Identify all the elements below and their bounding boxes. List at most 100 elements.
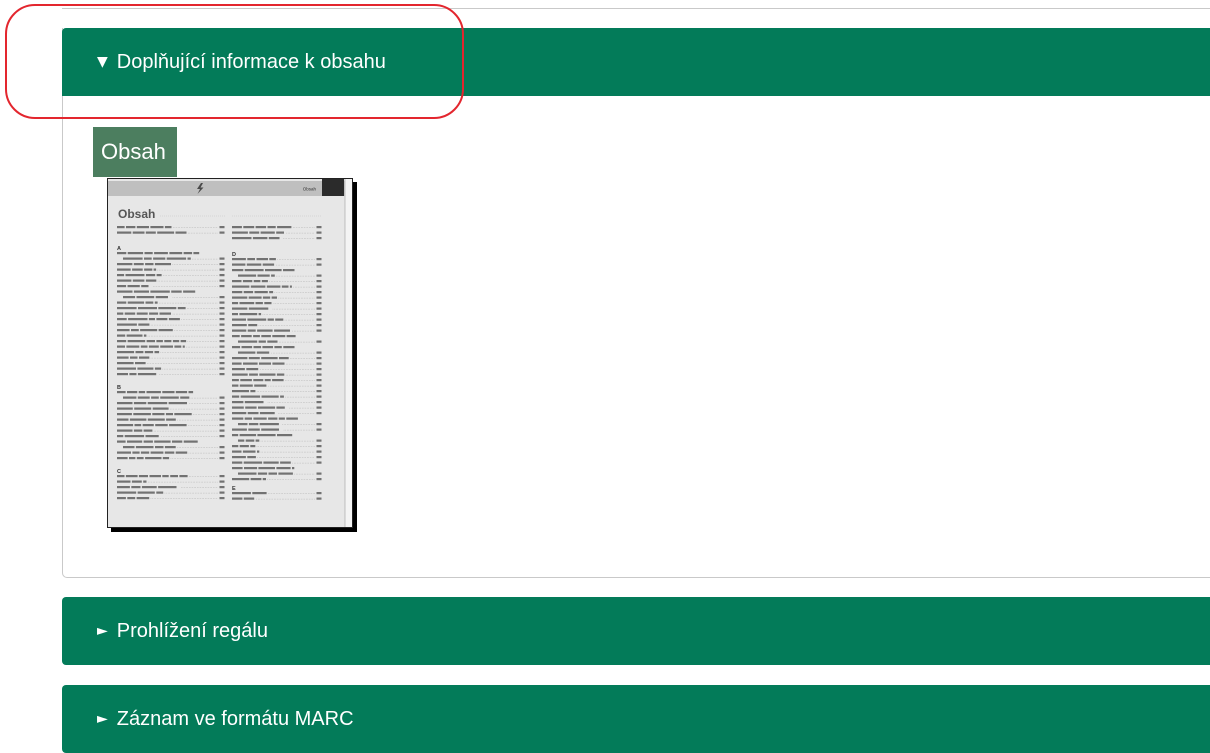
toc-entry-text (261, 335, 271, 338)
toc-entry-text (155, 446, 164, 449)
toc-entry-text (244, 467, 258, 470)
toc-entry-text (154, 252, 168, 255)
toc-entry-text (136, 296, 155, 299)
toc-entry-text (232, 291, 243, 294)
toc-entry-text (182, 345, 185, 348)
toc-entry-text (183, 290, 196, 293)
toc-entry-text (240, 395, 261, 398)
toc-entry-text (274, 329, 290, 332)
toc-entry-text (286, 335, 296, 338)
toc-entry-text (232, 296, 248, 299)
toc-entry-text (143, 334, 147, 337)
toc-entry-text (117, 274, 125, 277)
toc-entry-page-number (219, 480, 225, 483)
toc-entry-text (275, 318, 284, 321)
toc-entry-text (283, 269, 295, 272)
toc-entry-text (171, 290, 182, 293)
section-header-shelf-browse[interactable]: ► Prohlížení regálu (62, 597, 1210, 665)
toc-entry-text (248, 296, 262, 299)
section-header-marc-record[interactable]: ► Záznam ve formátu MARC (62, 685, 1210, 753)
toc-entry-text (159, 312, 171, 315)
toc-entry-text (154, 440, 171, 443)
toc-entry-text (153, 257, 166, 260)
toc-entry-text (134, 424, 142, 427)
toc-entry-text (154, 367, 162, 370)
toc-entry-text (232, 445, 239, 448)
toc-entry-page-number (316, 237, 322, 240)
toc-entry-text (127, 301, 145, 304)
toc-entry-text (271, 274, 275, 277)
toc-entry-text (232, 329, 247, 332)
toc-entry-text (153, 268, 157, 271)
toc-section-letter: A (117, 246, 121, 252)
toc-entry-text (117, 475, 125, 478)
toc-entry-text (117, 413, 132, 416)
toc-entry-text (232, 280, 242, 283)
toc-entry-page-number (316, 340, 322, 343)
toc-entry-text (144, 351, 154, 354)
toc-entry-page-number (316, 226, 322, 229)
toc-entry-text (175, 391, 188, 394)
toc-entry-text (232, 428, 247, 431)
toc-entry-line (232, 434, 293, 437)
toc-thumbnail[interactable]: Obsah Obsah A B C D E (107, 178, 353, 528)
toc-entry-text (140, 329, 158, 332)
toc-entry-text (158, 307, 177, 310)
toc-entry-text (117, 290, 133, 293)
toc-entry-text (269, 258, 276, 261)
toc-entry-page-number (316, 379, 322, 382)
toc-entry-text (261, 428, 279, 431)
toc-entry-text (172, 340, 180, 343)
toc-entry-text (274, 346, 282, 349)
toc-entry-text (128, 318, 148, 321)
toc-entry-text (117, 480, 131, 483)
toc-entry-text (232, 318, 246, 321)
toc-entry-text (264, 379, 271, 382)
toc-entry-text (127, 391, 138, 394)
toc-entry-text (168, 402, 187, 405)
toc-entry-text (132, 268, 143, 271)
toc-entry-text (243, 497, 255, 500)
toc-entry-text (243, 291, 254, 294)
chapter-marker (322, 179, 344, 196)
toc-entry-text (148, 318, 155, 321)
toc-entry-text (132, 451, 140, 454)
toc-entry-page-number (219, 491, 225, 494)
panel-top-border (62, 8, 1210, 9)
section-title: Záznam ve formátu MARC (116, 707, 354, 730)
toc-entry-text (261, 357, 278, 360)
toc-entry-text (183, 252, 193, 255)
toc-entry-text (276, 231, 284, 234)
toc-entry-text (252, 237, 268, 240)
toc-entry-page-number (316, 362, 322, 365)
toc-entry-text (254, 291, 268, 294)
toc-entry-text (158, 329, 173, 332)
toc-entry-text (132, 231, 145, 234)
toc-entry-text (156, 491, 164, 494)
toc-entry-text (246, 368, 259, 371)
toc-entry-text (138, 391, 146, 394)
toc-entry-page-number (316, 280, 322, 283)
toc-entry-text (232, 492, 251, 495)
toc-entry-text (117, 252, 127, 255)
toc-entry-page-number (219, 497, 225, 500)
toc-entry-text (126, 334, 143, 337)
toc-entry-page-number (219, 486, 225, 489)
toc-entry-text (257, 329, 273, 332)
toc-entry-text (155, 424, 168, 427)
toc-entry-text (253, 417, 267, 420)
toc-entry-text (232, 401, 244, 404)
toc-entry-text (117, 407, 133, 410)
toc-entry-text (125, 274, 145, 277)
toc-entry-text (244, 269, 264, 272)
toc-entry-text (151, 396, 159, 399)
toc-entry-text (117, 323, 137, 326)
toc-entry-text (243, 226, 255, 229)
section-header-additional-info[interactable]: ▼ Doplňující informace k obsahu (62, 28, 1210, 96)
toc-entry-text (149, 312, 159, 315)
toc-entry-text (271, 296, 277, 299)
toc-entry-text (232, 226, 242, 229)
toc-entry-text (127, 497, 136, 500)
toc-entry-page-number (316, 274, 322, 277)
toc-entry-page-number (219, 345, 225, 348)
